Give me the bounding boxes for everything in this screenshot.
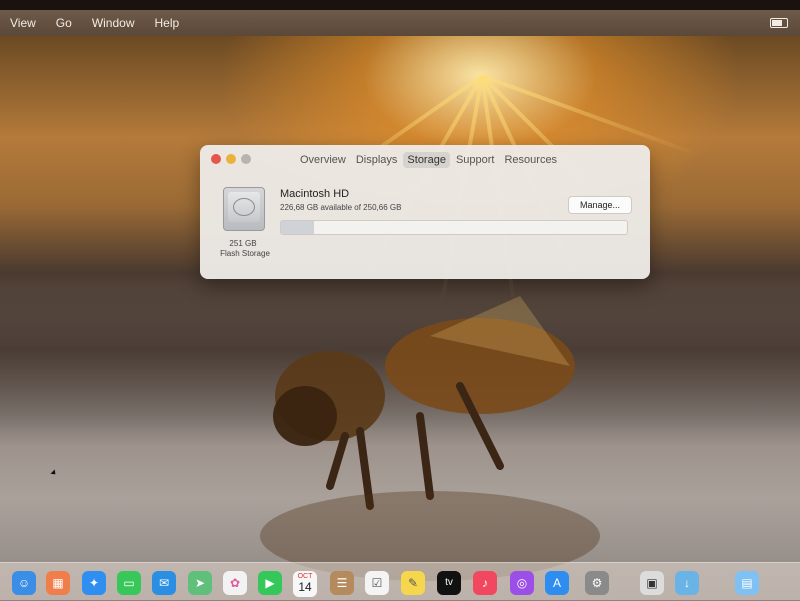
tab-overview[interactable]: Overview bbox=[296, 152, 350, 168]
calendar-icon[interactable]: OCT 14 bbox=[293, 571, 317, 597]
zoom-button bbox=[241, 154, 251, 164]
safari-icon[interactable]: ✦ bbox=[82, 571, 106, 595]
menu-help[interactable]: Help bbox=[145, 16, 190, 30]
system-preferences-icon[interactable]: ⚙ bbox=[585, 571, 609, 595]
tab-bar: Overview Displays Storage Support Resour… bbox=[296, 152, 561, 168]
close-button[interactable] bbox=[211, 154, 221, 164]
window-titlebar[interactable]: Overview Displays Storage Support Resour… bbox=[200, 145, 650, 175]
folder-icon[interactable]: ▤ bbox=[735, 571, 759, 595]
apple-tv-icon[interactable]: tv bbox=[437, 571, 461, 595]
manage-button[interactable]: Manage... bbox=[568, 196, 632, 214]
reminders-icon[interactable]: ☑ bbox=[365, 571, 389, 595]
menu-bar: View Go Window Help bbox=[0, 10, 800, 36]
bee-illustration bbox=[260, 296, 600, 581]
menu-view[interactable]: View bbox=[0, 16, 46, 30]
calendar-month: OCT bbox=[297, 573, 313, 580]
messages-icon[interactable]: ▭ bbox=[117, 571, 141, 595]
volume-name: Macintosh HD bbox=[280, 188, 350, 200]
facetime-icon[interactable]: ▶ bbox=[258, 571, 282, 595]
contacts-icon[interactable]: ☰ bbox=[330, 571, 354, 595]
launchpad-icon[interactable]: ▦ bbox=[46, 571, 70, 595]
storage-usage-bar bbox=[280, 220, 628, 235]
dock: ☺ ▦ ✦ ▭ ✉ ➤ ✿ ▶ OCT 14 ☰ ☑ ✎ tv ♪ ◎ A ⚙ … bbox=[0, 562, 800, 601]
volume-availability: 226,68 GB available of 250,66 GB bbox=[280, 203, 402, 212]
notes-icon[interactable]: ✎ bbox=[401, 571, 425, 595]
storage-usage-fill bbox=[281, 221, 315, 234]
disk-type-label: Flash Storage bbox=[220, 249, 270, 258]
podcasts-icon[interactable]: ◎ bbox=[510, 571, 534, 595]
tv-label: tv bbox=[445, 577, 453, 588]
menu-window[interactable]: Window bbox=[82, 16, 145, 30]
tab-resources[interactable]: Resources bbox=[500, 152, 561, 168]
tab-displays[interactable]: Displays bbox=[352, 152, 402, 168]
app-store-icon[interactable]: A bbox=[545, 571, 569, 595]
battery-icon[interactable] bbox=[770, 18, 788, 28]
calendar-day: 14 bbox=[298, 580, 312, 594]
preview-icon[interactable]: ▣ bbox=[640, 571, 664, 595]
about-this-mac-window: Overview Displays Storage Support Resour… bbox=[200, 145, 650, 279]
desktop-wallpaper bbox=[0, 36, 800, 600]
photos-icon[interactable]: ✿ bbox=[223, 571, 247, 595]
disk-capacity-label: 251 GB bbox=[229, 239, 257, 248]
downloads-folder-icon[interactable]: ↓ bbox=[675, 571, 699, 595]
minimize-button[interactable] bbox=[226, 154, 236, 164]
hard-drive-icon bbox=[223, 187, 265, 231]
music-icon[interactable]: ♪ bbox=[473, 571, 497, 595]
screen-bezel-top bbox=[0, 0, 800, 10]
tab-storage[interactable]: Storage bbox=[403, 152, 450, 168]
finder-icon[interactable]: ☺ bbox=[12, 571, 36, 595]
tab-support[interactable]: Support bbox=[452, 152, 499, 168]
menu-go[interactable]: Go bbox=[46, 16, 82, 30]
maps-icon[interactable]: ➤ bbox=[188, 571, 212, 595]
mail-icon[interactable]: ✉ bbox=[152, 571, 176, 595]
